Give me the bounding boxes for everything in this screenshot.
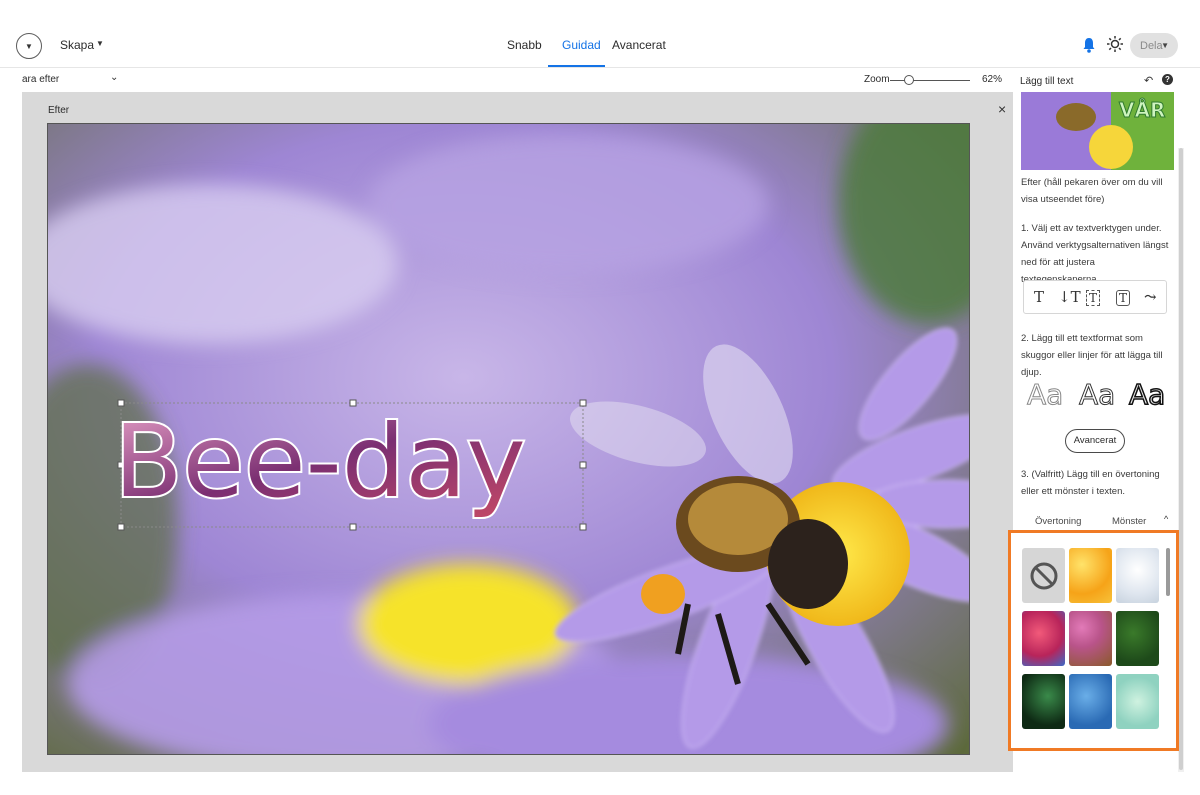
advanced-button[interactable]: Avancerat <box>1065 429 1125 453</box>
tab-guided[interactable]: Guidad <box>562 38 601 52</box>
text-layer: Bee-day <box>114 403 526 520</box>
canvas-label: Efter <box>48 105 70 116</box>
pattern-watercolor[interactable] <box>1022 611 1065 666</box>
style-outline-dark[interactable]: Aa <box>1078 378 1115 412</box>
pattern-grid <box>1008 530 1179 751</box>
chevron-down-icon[interactable]: ▼ <box>96 39 104 48</box>
text-on-selection-icon[interactable]: T <box>1086 290 1101 306</box>
style-outline-bold[interactable]: Aa <box>1128 377 1166 412</box>
photo-canvas[interactable]: Bee-day <box>47 123 970 755</box>
vertical-type-icon[interactable]: ↓T <box>1058 288 1081 306</box>
panel-title: Lägg till text <box>1020 76 1074 87</box>
share-button[interactable]: Dela ▼ <box>1130 33 1178 58</box>
preview-caption: Efter (håll pekaren över om du vill visa… <box>1021 177 1163 205</box>
help-icon[interactable]: ? <box>1162 74 1173 85</box>
style-outline-gray[interactable]: Aa <box>1026 378 1063 412</box>
canvas-workspace: Efter × Bee-day <box>22 92 1013 772</box>
pattern-aqua[interactable] <box>1116 674 1159 729</box>
text-on-path-icon[interactable]: ⤳ <box>1144 288 1157 306</box>
bell-icon[interactable] <box>1082 36 1096 54</box>
step-2-text: 2. Lägg till ett textformat som skuggor … <box>1021 333 1163 378</box>
close-icon[interactable]: × <box>998 101 1006 117</box>
tab-advanced[interactable]: Avancerat <box>612 38 666 52</box>
pattern-frost[interactable] <box>1116 548 1159 603</box>
zoom-value: 62% <box>982 74 1003 85</box>
pattern-leaves[interactable] <box>1116 611 1159 666</box>
thumbnail-text: VÅR <box>1119 98 1165 122</box>
text-tools: T ↓T T T ⤳ <box>1023 280 1167 314</box>
step-1-text: 1. Välj ett av textverktygen under. Anvä… <box>1021 223 1169 285</box>
text-on-shape-icon[interactable]: T <box>1116 290 1131 306</box>
pattern-gold[interactable] <box>1069 548 1112 603</box>
panel-scrollbar-thumb[interactable] <box>1179 148 1183 770</box>
horizontal-type-icon[interactable]: T <box>1034 288 1044 306</box>
preview-thumbnail[interactable]: VÅR <box>1021 92 1174 170</box>
home-dropdown-button[interactable]: ▼ <box>16 33 42 59</box>
tab-quick[interactable]: Snabb <box>507 38 542 52</box>
chevron-up-icon[interactable]: ^ <box>1164 514 1168 524</box>
zoom-label: Zoom <box>864 74 890 85</box>
chevron-down-icon[interactable]: ⌄ <box>110 72 118 83</box>
view-options-bar: ara efter ⌄ Zoom 62% <box>0 68 1013 92</box>
no-pattern-icon <box>1030 562 1057 589</box>
top-bar: ▼ Skapa ▼ Snabb Guidad Avancerat Dela ▼ <box>0 22 1200 68</box>
tab-gradient[interactable]: Övertoning <box>1035 516 1081 527</box>
share-button-label: Dela <box>1140 39 1163 52</box>
chevron-down-icon: ▼ <box>1161 41 1169 50</box>
pattern-blue-mosaic[interactable] <box>1069 674 1112 729</box>
pattern-scrollbar[interactable] <box>1166 548 1170 596</box>
pattern-floral[interactable] <box>1069 611 1112 666</box>
zoom-slider-handle[interactable] <box>904 75 914 85</box>
sun-icon[interactable] <box>1106 35 1124 53</box>
step-3-text: 3. (Valfritt) Lägg till en övertoning el… <box>1021 469 1160 497</box>
tab-pattern[interactable]: Mönster <box>1112 516 1146 527</box>
view-select[interactable]: ara efter <box>22 74 59 85</box>
pattern-none[interactable] <box>1022 548 1065 603</box>
app-window: ▼ Skapa ▼ Snabb Guidad Avancerat Dela ▼ … <box>0 0 1200 795</box>
active-tab-indicator <box>548 65 605 67</box>
reset-icon[interactable]: ↶ <box>1144 74 1153 87</box>
pattern-jungle[interactable] <box>1022 674 1065 729</box>
zoom-slider-track[interactable] <box>890 80 970 81</box>
bee-photo: Bee-day <box>48 124 969 754</box>
create-menu-label[interactable]: Skapa <box>60 38 94 52</box>
